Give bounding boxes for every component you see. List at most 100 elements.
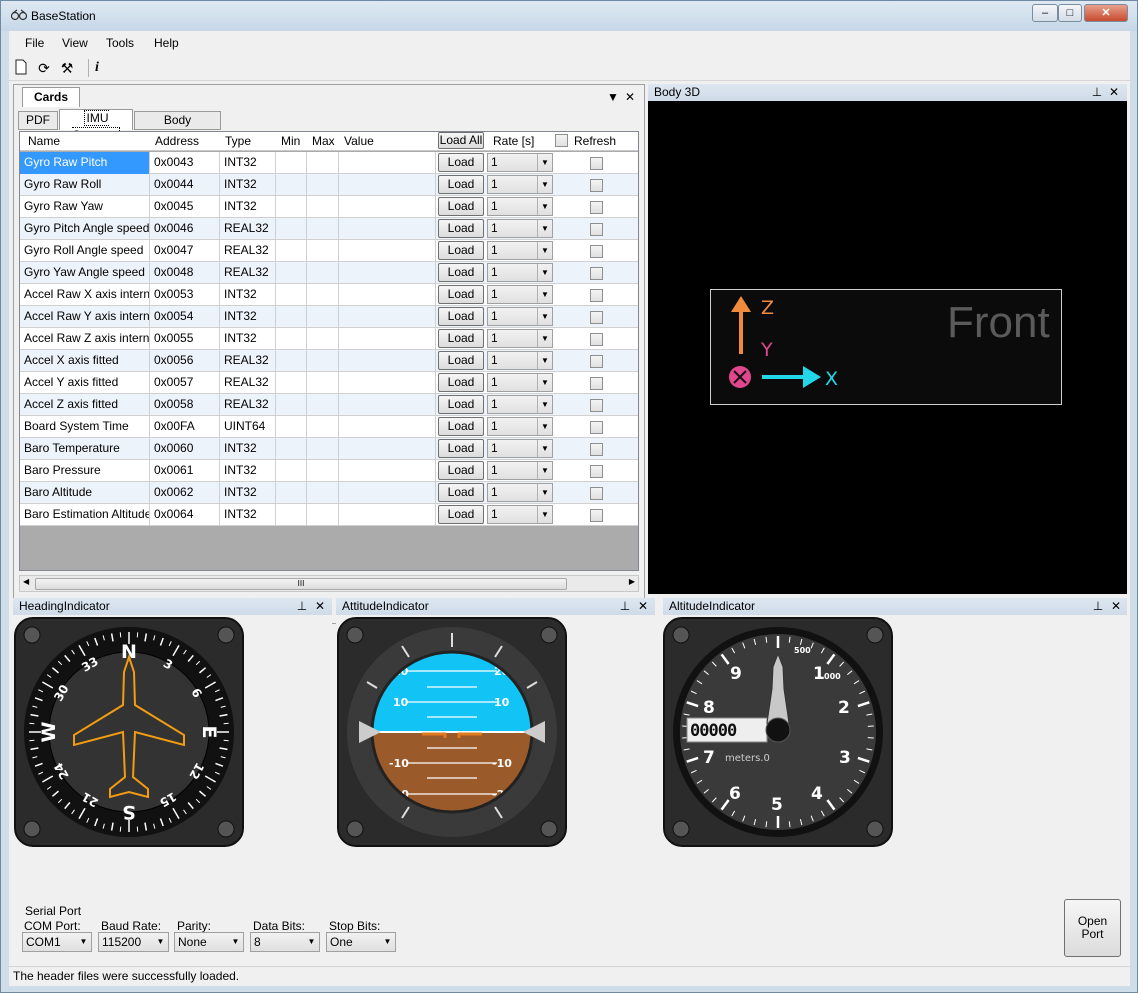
cell-type[interactable]: INT32 [220, 306, 276, 328]
load-button[interactable]: Load [438, 461, 484, 480]
cell-name[interactable]: Accel Z axis fitted [20, 394, 150, 416]
cell-address[interactable]: 0x0045 [150, 196, 220, 218]
refresh-checkbox[interactable] [590, 179, 603, 192]
cell-min[interactable] [276, 438, 307, 460]
cell-min[interactable] [276, 350, 307, 372]
cell-name[interactable]: Accel X axis fitted [20, 350, 150, 372]
cell-max[interactable] [307, 284, 339, 306]
cell-max[interactable] [307, 262, 339, 284]
rate-select[interactable]: 1 ▼ [487, 395, 553, 414]
cell-min[interactable] [276, 460, 307, 482]
load-button[interactable]: Load [438, 307, 484, 326]
cell-max[interactable] [307, 394, 339, 416]
cell-type[interactable]: REAL32 [220, 372, 276, 394]
cell-value[interactable] [339, 416, 436, 438]
refresh-checkbox[interactable] [590, 289, 603, 302]
load-button[interactable]: Load [438, 351, 484, 370]
cell-address[interactable]: 0x0056 [150, 350, 220, 372]
cell-type[interactable]: INT32 [220, 460, 276, 482]
menu-view[interactable]: View [62, 36, 88, 50]
table-row[interactable]: Accel Raw X axis internal 0x0053 INT32 Load… [20, 284, 638, 306]
parity-select[interactable]: None ▼ [174, 932, 244, 952]
table-row[interactable]: Accel Raw Y axis internal 0x0054 INT32 Load… [20, 306, 638, 328]
refresh-checkbox[interactable] [590, 157, 603, 170]
cell-min[interactable] [276, 504, 307, 526]
table-row[interactable]: Baro Temperature 0x0060 INT32 Load 1 ▼ [20, 438, 638, 460]
close-window-button[interactable]: ✕ [1084, 4, 1128, 22]
refresh-checkbox[interactable] [590, 333, 603, 346]
com-port-select[interactable]: COM1 ▼ [22, 932, 92, 952]
refresh-checkbox[interactable] [590, 443, 603, 456]
new-file-icon[interactable] [12, 59, 30, 77]
refresh-checkbox[interactable] [590, 377, 603, 390]
close-icon[interactable]: ✕ [1107, 84, 1121, 101]
load-button[interactable]: Load [438, 395, 484, 414]
table-row[interactable]: Gyro Raw Yaw 0x0045 INT32 Load 1 ▼ [20, 196, 638, 218]
cell-value[interactable] [339, 438, 436, 460]
pin-icon[interactable]: ⊥ [1090, 84, 1104, 101]
cell-max[interactable] [307, 416, 339, 438]
cell-type[interactable]: REAL32 [220, 218, 276, 240]
rate-select[interactable]: 1 ▼ [487, 175, 553, 194]
close-icon[interactable]: ✕ [313, 598, 327, 615]
cell-name[interactable]: Board System Time [20, 416, 150, 438]
pin-icon[interactable]: ⊥ [295, 598, 309, 615]
cell-min[interactable] [276, 328, 307, 350]
scroll-thumb[interactable]: III [35, 578, 567, 590]
cell-address[interactable]: 0x00FA [150, 416, 220, 438]
cell-type[interactable]: INT32 [220, 174, 276, 196]
refresh-checkbox[interactable] [590, 355, 603, 368]
load-button[interactable]: Load [438, 285, 484, 304]
cell-value[interactable] [339, 394, 436, 416]
cell-address[interactable]: 0x0062 [150, 482, 220, 504]
load-button[interactable]: Load [438, 263, 484, 282]
rate-select[interactable]: 1 ▼ [487, 329, 553, 348]
load-button[interactable]: Load [438, 439, 484, 458]
cell-min[interactable] [276, 372, 307, 394]
cell-name[interactable]: Accel Y axis fitted [20, 372, 150, 394]
refresh-checkbox[interactable] [590, 421, 603, 434]
cell-max[interactable] [307, 482, 339, 504]
cell-name[interactable]: Accel Raw X axis internal [20, 284, 150, 306]
cell-min[interactable] [276, 394, 307, 416]
cell-name[interactable]: Gyro Pitch Angle speed [20, 218, 150, 240]
scroll-left-icon[interactable]: ◀ [23, 577, 29, 586]
rate-select[interactable]: 1 ▼ [487, 417, 553, 436]
col-type[interactable]: Type [225, 134, 251, 148]
close-icon[interactable]: ✕ [1109, 598, 1123, 615]
cell-name[interactable]: Baro Pressure [20, 460, 150, 482]
cell-type[interactable]: REAL32 [220, 240, 276, 262]
data-bits-select[interactable]: 8 ▼ [250, 932, 320, 952]
cell-max[interactable] [307, 350, 339, 372]
refresh-icon[interactable]: ⟳ [35, 59, 53, 77]
rate-select[interactable]: 1 ▼ [487, 439, 553, 458]
refresh-checkbox[interactable] [590, 509, 603, 522]
col-max[interactable]: Max [312, 134, 335, 148]
cell-max[interactable] [307, 328, 339, 350]
cell-min[interactable] [276, 174, 307, 196]
rate-select[interactable]: 1 ▼ [487, 263, 553, 282]
rate-select[interactable]: 1 ▼ [487, 197, 553, 216]
rate-select[interactable]: 1 ▼ [487, 285, 553, 304]
refresh-all-checkbox[interactable] [555, 134, 568, 147]
table-row[interactable]: Accel X axis fitted 0x0056 REAL32 Load 1 ▼ [20, 350, 638, 372]
open-port-button[interactable]: Open Port [1064, 899, 1121, 957]
cell-value[interactable] [339, 306, 436, 328]
cell-name[interactable]: Baro Temperature [20, 438, 150, 460]
tab-cards[interactable]: Cards [22, 87, 80, 107]
cell-type[interactable]: REAL32 [220, 350, 276, 372]
load-button[interactable]: Load [438, 505, 484, 524]
cell-min[interactable] [276, 284, 307, 306]
cell-max[interactable] [307, 438, 339, 460]
cell-type[interactable]: INT32 [220, 328, 276, 350]
tab-pdf[interactable]: PDF [18, 111, 58, 130]
cell-min[interactable] [276, 482, 307, 504]
cell-address[interactable]: 0x0044 [150, 174, 220, 196]
cell-type[interactable]: INT32 [220, 196, 276, 218]
cell-max[interactable] [307, 152, 339, 174]
cell-name[interactable]: Gyro Raw Pitch [20, 152, 150, 174]
refresh-checkbox[interactable] [590, 487, 603, 500]
table-row[interactable]: Accel Y axis fitted 0x0057 REAL32 Load 1 ▼ [20, 372, 638, 394]
menu-tools[interactable]: Tools [106, 36, 134, 50]
cell-name[interactable]: Accel Raw Y axis internal [20, 306, 150, 328]
